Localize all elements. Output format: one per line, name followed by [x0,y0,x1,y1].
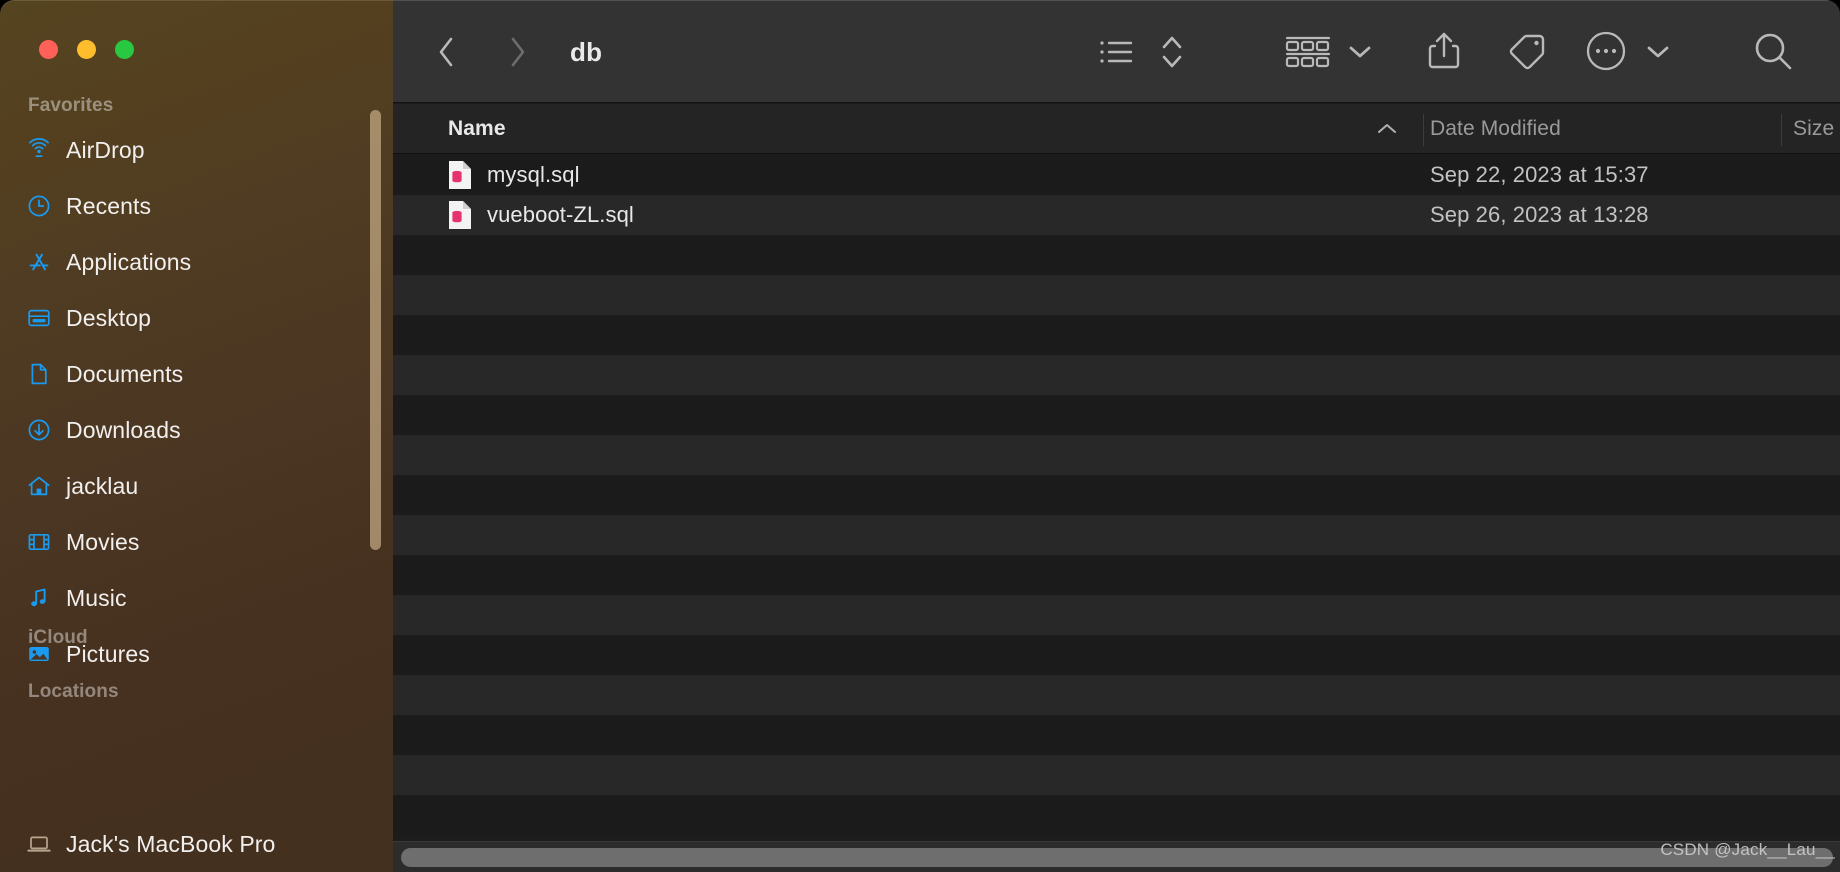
empty-row [393,555,1840,595]
file-name-cell: mysql.sql [448,160,580,190]
clock-icon [26,193,52,219]
download-icon [26,417,52,443]
more-options-chevron-down-icon[interactable] [1645,36,1671,68]
appstore-icon [26,249,52,275]
empty-row [393,635,1840,675]
sidebar-item-label: Desktop [66,304,152,331]
laptop-icon [26,831,52,857]
photo-icon [26,641,52,667]
main-pane: db Name Date Modified Size mysql.sql Sep… [393,0,1840,872]
empty-row [393,715,1840,755]
file-date-cell: Sep 22, 2023 at 15:37 [1430,162,1649,187]
tag-icon[interactable] [1505,30,1547,74]
sidebar-item-applications[interactable]: Applications [26,242,356,282]
sidebar-item-label: Recents [66,192,152,219]
file-date-cell: Sep 26, 2023 at 13:28 [1430,202,1649,227]
folder-title: db [570,36,603,67]
sidebar-item-downloads[interactable]: Downloads [26,410,356,450]
table-row[interactable]: mysql.sql Sep 22, 2023 at 15:37 27 KB Do… [393,155,1840,195]
share-button[interactable] [1423,28,1465,74]
sidebar-section-favorites: Favorites [28,95,114,116]
back-button[interactable] [426,30,466,74]
finder-window: Favorites iCloud Locations AirDrop Recen… [0,0,1840,872]
group-by-button[interactable] [1284,32,1332,72]
sidebar-item-label: Music [66,584,127,611]
column-header-date-modified[interactable]: Date Modified [1430,104,1561,154]
empty-row [393,515,1840,555]
column-header-size[interactable]: Size [1793,104,1834,154]
empty-row [393,795,1840,835]
empty-row [393,275,1840,315]
empty-row [393,395,1840,435]
desktop-icon [26,305,52,331]
document-icon [26,361,52,387]
column-header-name[interactable]: Name [448,104,506,154]
sidebar-item-pictures[interactable]: Pictures [26,634,356,674]
sidebar-item-label: Jack's MacBook Pro [66,830,276,857]
home-icon [26,473,52,499]
sidebar-item-label: Applications [66,248,192,275]
file-name-label: mysql.sql [487,162,580,187]
view-options-stepper[interactable] [1159,30,1185,74]
sidebar-item-movies[interactable]: Movies [26,522,356,562]
sidebar-item-macbook-pro[interactable]: Jack's MacBook Pro [26,824,356,864]
sidebar-scrollbar[interactable] [370,110,381,550]
file-name-label: vueboot-ZL.sql [487,202,634,227]
empty-row [393,755,1840,795]
sidebar-item-documents[interactable]: Documents [26,354,356,394]
column-divider[interactable] [1781,114,1782,146]
view-as-list-button[interactable] [1096,32,1136,72]
more-options-button[interactable] [1583,28,1629,74]
music-note-icon [26,585,52,611]
horizontal-scrollbar-track[interactable] [393,841,1840,872]
file-name-cell: vueboot-ZL.sql [448,200,634,230]
sidebar-item-label: Pictures [66,640,150,667]
file-list[interactable]: mysql.sql Sep 22, 2023 at 15:37 27 KB Do… [393,155,1840,841]
empty-row [393,675,1840,715]
minimize-button[interactable] [77,40,96,59]
toolbar: db [393,0,1840,103]
empty-row [393,315,1840,355]
sql-document-icon [448,160,472,190]
forward-button[interactable] [498,30,538,74]
sort-ascending-icon [1376,104,1398,154]
sidebar: Favorites iCloud Locations AirDrop Recen… [0,0,393,872]
empty-row [393,435,1840,475]
sidebar-item-label: Documents [66,360,184,387]
close-button[interactable] [39,40,58,59]
column-divider[interactable] [1423,114,1424,146]
search-button[interactable] [1750,28,1796,74]
horizontal-scrollbar-thumb[interactable] [401,848,1833,867]
sidebar-item-music[interactable]: Music [26,578,356,618]
empty-row [393,235,1840,275]
window-controls [39,40,134,59]
sidebar-item-label: Movies [66,528,140,555]
empty-row [393,355,1840,395]
empty-row [393,595,1840,635]
sidebar-item-label: AirDrop [66,136,145,163]
sidebar-item-recents[interactable]: Recents [26,186,356,226]
maximize-button[interactable] [115,40,134,59]
sidebar-item-home[interactable]: jacklau [26,466,356,506]
sidebar-section-locations: Locations [28,681,119,702]
sidebar-item-label: jacklau [66,472,139,499]
sidebar-item-airdrop[interactable]: AirDrop [26,130,356,170]
airdrop-icon [26,137,52,163]
column-header-row: Name Date Modified Size Kind [393,104,1840,154]
sql-document-icon [448,200,472,230]
group-by-chevron-down-icon[interactable] [1347,36,1373,68]
film-icon [26,529,52,555]
file-size-cell: 4 KB [1793,202,1840,228]
sidebar-item-label: Downloads [66,416,181,443]
file-size-cell: 27 KB [1793,162,1840,188]
empty-row [393,475,1840,515]
table-row[interactable]: vueboot-ZL.sql Sep 26, 2023 at 13:28 4 K… [393,195,1840,235]
sidebar-item-desktop[interactable]: Desktop [26,298,356,338]
